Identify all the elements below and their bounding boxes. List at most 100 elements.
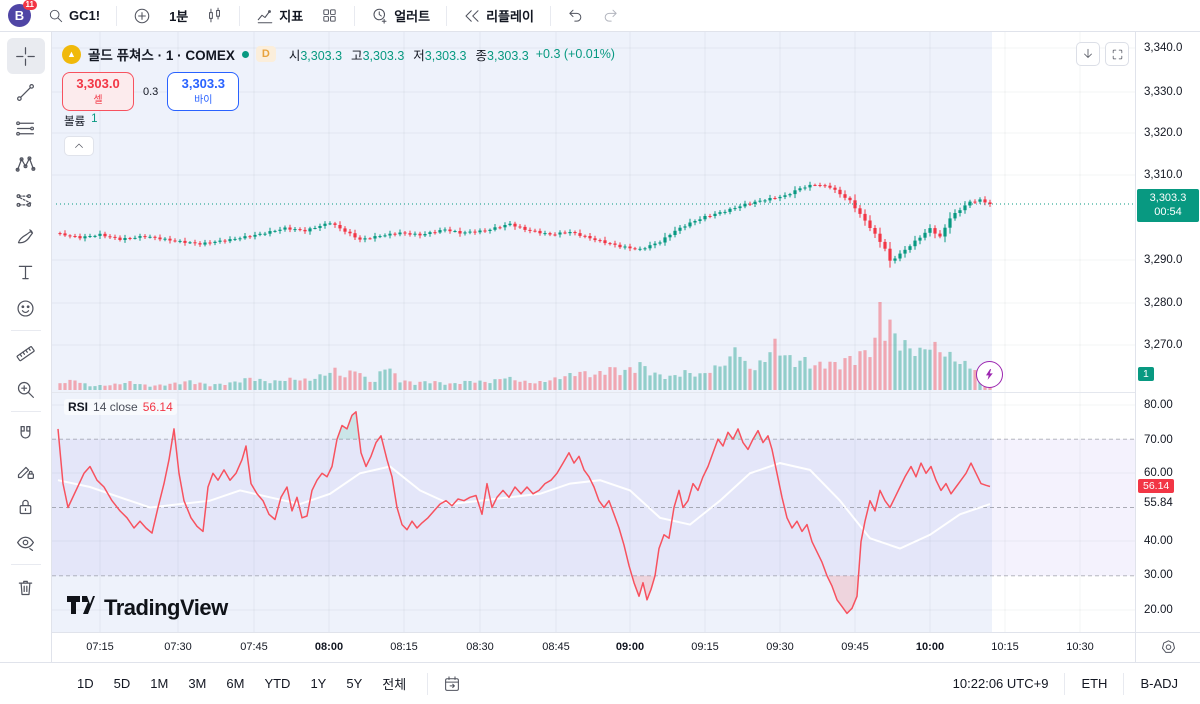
symbol-search-text: GC1! (69, 8, 100, 23)
user-avatar[interactable]: B 11 (8, 4, 31, 27)
tool-emoji[interactable] (7, 290, 45, 326)
tool-remove-drawings[interactable] (7, 569, 45, 605)
indicators-button[interactable]: 지표 (249, 3, 310, 28)
time-axis-tick: 07:15 (86, 641, 114, 653)
pane-divider[interactable] (52, 392, 1135, 393)
replay-button[interactable]: 리플레이 (456, 3, 541, 28)
range-button-1y[interactable]: 1Y (303, 672, 333, 695)
watermark-text: TradingView (104, 595, 228, 621)
xabcd-pattern-icon (15, 154, 36, 175)
time-axis[interactable]: 07:1507:3007:4508:0008:1508:3008:4509:00… (52, 632, 1135, 662)
rsi-label: RSI (68, 400, 88, 414)
collapse-panel-button[interactable] (64, 136, 94, 156)
ohlc-row: 시3,303.3 고3,303.3 저3,303.3 종3,303.3 (289, 45, 529, 64)
tool-crosshair[interactable] (7, 38, 45, 74)
range-button-전체[interactable]: 전체 (375, 670, 413, 697)
low-value: 3,303.3 (425, 49, 467, 63)
tool-line-tools[interactable] (7, 110, 45, 146)
down-arrow-icon (1081, 47, 1095, 61)
alert-button[interactable]: 얼러트 (364, 3, 437, 28)
tool-lock-all-drawings[interactable] (7, 488, 45, 524)
sell-price: 3,303.0 (63, 76, 133, 91)
volume-axis-badge: 1 (1138, 367, 1154, 381)
range-button-3m[interactable]: 3M (181, 672, 213, 695)
time-axis-tick: 10:30 (1066, 641, 1094, 653)
avatar-letter: B (15, 8, 24, 23)
compare-add-button[interactable] (126, 4, 158, 28)
indicators-icon (256, 7, 274, 25)
redo-button[interactable] (595, 4, 626, 27)
time-axis-tick: 10:00 (916, 641, 944, 653)
range-button-1m[interactable]: 1M (143, 672, 175, 695)
rsi-axis-label: 60.00 (1144, 467, 1173, 479)
redo-icon (602, 7, 619, 24)
price-change: +0.3 (+0.01%) (536, 47, 615, 61)
emoji-icon (15, 298, 36, 319)
buy-button[interactable]: 3,303.3 바이 (167, 72, 239, 111)
line-tools-icon (15, 118, 36, 139)
time-axis-tick: 08:30 (466, 641, 494, 653)
text-tool-icon (15, 262, 36, 283)
main-chart[interactable] (52, 32, 1135, 632)
time-axis-tick: 07:45 (240, 641, 268, 653)
tool-trend-line[interactable] (7, 74, 45, 110)
symbol-search-button[interactable]: GC1! (41, 5, 107, 27)
layout-grid-button[interactable] (314, 4, 345, 27)
sell-button[interactable]: 3,303.0 셀 (62, 72, 134, 111)
tool-brush[interactable] (7, 218, 45, 254)
top-toolbar: B 11 GC1! 1분 지표 얼러트 (0, 0, 1200, 32)
separator (446, 6, 447, 26)
tool-prediction-tools[interactable] (7, 182, 45, 218)
go-to-date-button[interactable] (436, 672, 468, 696)
rsi-value: 56.14 (143, 400, 173, 414)
tool-ruler[interactable] (7, 335, 45, 371)
instant-order-button[interactable] (976, 361, 1003, 388)
time-axis-corner[interactable] (1135, 632, 1200, 662)
price-axis-label: 3,310.0 (1144, 169, 1182, 181)
separator (354, 6, 355, 26)
lightning-icon (983, 368, 996, 381)
sell-label: 셀 (63, 91, 133, 106)
time-axis-tick: 08:15 (390, 641, 418, 653)
range-button-6m[interactable]: 6M (219, 672, 251, 695)
high-label: 고 (351, 49, 363, 63)
rsi-axis-label: 70.00 (1144, 434, 1173, 446)
drawing-lock-icon (15, 460, 36, 481)
session-toggle[interactable]: ETH (1073, 672, 1115, 695)
separator (1064, 673, 1065, 695)
open-value: 3,303.3 (300, 49, 342, 63)
alert-label: 얼러트 (394, 6, 430, 25)
close-label: 종 (476, 49, 488, 63)
clock-display[interactable]: 10:22:06 UTC+9 (945, 672, 1057, 695)
bottom-toolbar-right: 10:22:06 UTC+9 ETH B-ADJ (945, 672, 1186, 695)
fullscreen-button[interactable] (1105, 42, 1129, 66)
buy-label: 바이 (168, 91, 238, 106)
undo-button[interactable] (560, 4, 591, 27)
rsi-axis-badge: 56.14 (1138, 479, 1174, 493)
range-button-5y[interactable]: 5Y (339, 672, 369, 695)
tool-drawing-lock[interactable] (7, 452, 45, 488)
time-axis-tick: 09:15 (691, 641, 719, 653)
tool-text-tool[interactable] (7, 254, 45, 290)
tool-xabcd-pattern[interactable] (7, 146, 45, 182)
symbol-title[interactable]: 골드 퓨쳐스 · 1 · COMEX (88, 44, 235, 64)
rsi-params: 14 close (93, 400, 138, 414)
market-status-dot (242, 51, 249, 58)
tool-hide-all-drawings[interactable] (7, 524, 45, 560)
range-button-1d[interactable]: 1D (70, 672, 101, 695)
scroll-to-recent-button[interactable] (1076, 42, 1100, 66)
range-button-ytd[interactable]: YTD (257, 672, 297, 695)
adjust-toggle[interactable]: B-ADJ (1132, 672, 1186, 695)
time-axis-settings-icon[interactable] (1160, 639, 1177, 656)
undo-icon (567, 7, 584, 24)
tool-zoom-in[interactable] (7, 371, 45, 407)
range-button-5d[interactable]: 5D (107, 672, 138, 695)
tool-magnet[interactable] (7, 416, 45, 452)
interval-button[interactable]: 1분 (162, 3, 195, 28)
volume-legend[interactable]: 볼륨 1 (64, 113, 98, 129)
chart-style-button[interactable] (199, 4, 230, 27)
price-axis[interactable]: 3,340.03,330.03,320.03,310.03,290.03,280… (1135, 32, 1200, 662)
rsi-legend[interactable]: RSI 14 close 56.14 (64, 399, 177, 415)
separator (1123, 673, 1124, 695)
session-badge[interactable]: D (256, 46, 276, 62)
